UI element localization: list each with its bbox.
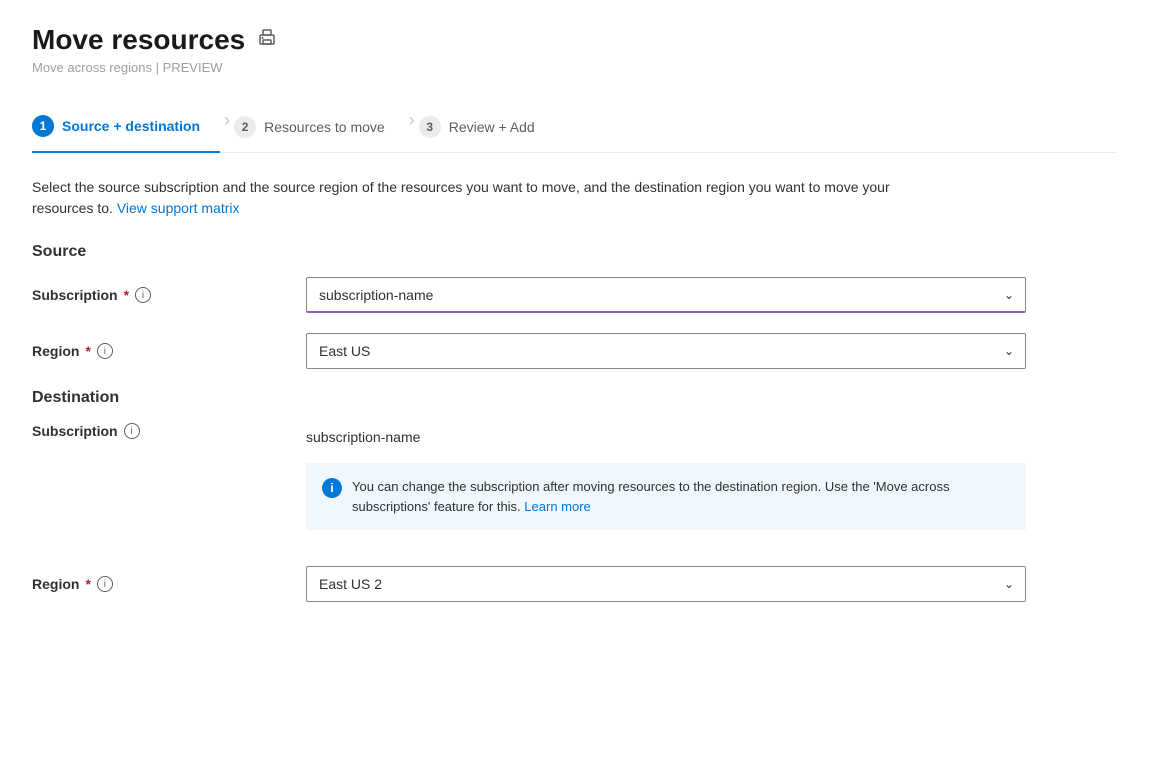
destination-region-control: East US 2 ⌄ (306, 566, 1026, 602)
support-matrix-link[interactable]: View support matrix (117, 200, 240, 216)
step-3-label: Review + Add (449, 119, 535, 135)
source-subscription-label-group: Subscription * i (32, 287, 282, 303)
destination-info-box: i You can change the subscription after … (306, 463, 1026, 530)
source-region-label-group: Region * i (32, 343, 282, 359)
page-subtitle: Move across regions | PREVIEW (32, 60, 1117, 75)
source-subscription-select-wrapper: subscription-name ⌄ (306, 277, 1026, 313)
learn-more-link[interactable]: Learn more (524, 499, 590, 514)
info-box-icon: i (322, 478, 342, 498)
step-3[interactable]: 3 Review + Add (419, 104, 555, 152)
source-subscription-control: subscription-name ⌄ (306, 277, 1026, 313)
destination-subscription-content: subscription-name i You can change the s… (306, 423, 1026, 546)
page-header: Move resources Move across regions | PRE… (32, 24, 1117, 75)
destination-section: Destination Subscription i subscription-… (32, 389, 1117, 602)
source-section-header: Source (32, 243, 1117, 261)
wizard-steps: 1 Source + destination › 2 Resources to … (32, 103, 1117, 153)
destination-subscription-value: subscription-name (306, 423, 1026, 451)
preview-badge: PREVIEW (163, 60, 223, 75)
step-1-label: Source + destination (62, 118, 200, 134)
page-title-row: Move resources (32, 24, 1117, 56)
info-box-text-before: You can change the subscription after mo… (352, 479, 949, 514)
step-2-label: Resources to move (264, 119, 385, 135)
destination-region-select-wrapper: East US 2 ⌄ (306, 566, 1026, 602)
destination-region-info-icon[interactable]: i (97, 576, 113, 592)
source-subscription-select[interactable]: subscription-name (306, 277, 1026, 313)
destination-region-select[interactable]: East US 2 (306, 566, 1026, 602)
destination-region-required: * (85, 576, 90, 592)
source-subscription-required: * (124, 287, 129, 303)
step-2-circle: 2 (234, 116, 256, 138)
destination-region-label-group: Region * i (32, 576, 282, 592)
step-1-circle: 1 (32, 115, 54, 137)
page-container: Move resources Move across regions | PRE… (0, 0, 1149, 761)
source-region-control: East US ⌄ (306, 333, 1026, 369)
destination-subscription-info-icon[interactable]: i (124, 423, 140, 439)
source-region-select-wrapper: East US ⌄ (306, 333, 1026, 369)
subtitle-separator: | (156, 60, 163, 75)
destination-region-row: Region * i East US 2 ⌄ (32, 566, 1117, 602)
source-region-required: * (85, 343, 90, 359)
destination-region-label: Region (32, 576, 79, 592)
destination-subscription-row: Subscription i subscription-name i You c… (32, 423, 1117, 546)
source-region-row: Region * i East US ⌄ (32, 333, 1117, 369)
page-title-text: Move resources (32, 24, 245, 56)
source-section: Source Subscription * i subscription-nam… (32, 243, 1117, 369)
source-region-select[interactable]: East US (306, 333, 1026, 369)
source-region-label: Region (32, 343, 79, 359)
step-separator-1: › (224, 110, 230, 145)
step-3-circle: 3 (419, 116, 441, 138)
description: Select the source subscription and the s… (32, 177, 932, 219)
info-box-text: You can change the subscription after mo… (352, 477, 1010, 516)
step-1[interactable]: 1 Source + destination (32, 103, 220, 153)
destination-subscription-label: Subscription (32, 423, 118, 439)
source-region-info-icon[interactable]: i (97, 343, 113, 359)
destination-section-header: Destination (32, 389, 1117, 407)
print-icon[interactable] (257, 28, 277, 53)
step-separator-2: › (409, 110, 415, 145)
source-subscription-info-icon[interactable]: i (135, 287, 151, 303)
destination-subscription-label-group: Subscription i (32, 423, 282, 439)
source-subscription-row: Subscription * i subscription-name ⌄ (32, 277, 1117, 313)
source-subscription-label: Subscription (32, 287, 118, 303)
step-2[interactable]: 2 Resources to move (234, 104, 405, 152)
